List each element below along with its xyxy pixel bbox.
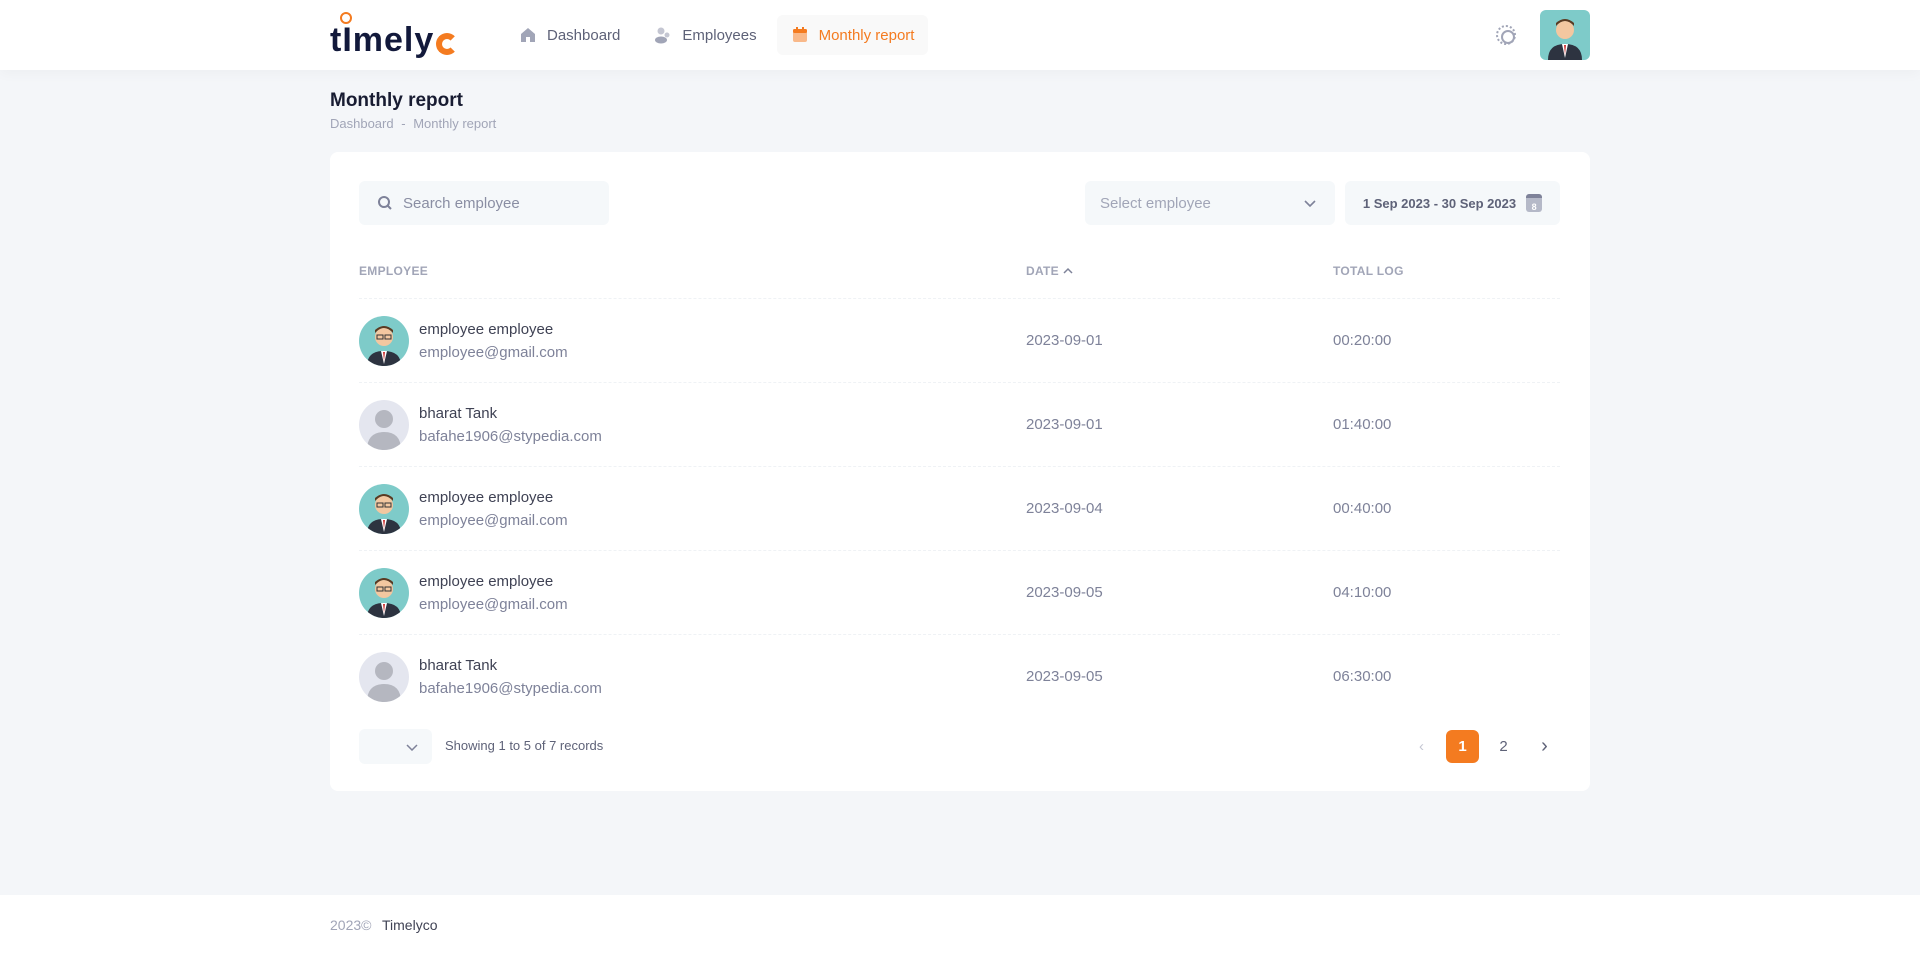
report-table-body: employee employee employee@gmail.com 202… <box>359 298 1560 718</box>
search-icon <box>378 196 392 210</box>
nav-label: Employees <box>682 26 757 44</box>
footer-year: 2023© <box>330 917 372 933</box>
theme-toggle-sun-icon[interactable] <box>1496 25 1516 45</box>
footer-company-link[interactable]: Timelyco <box>382 917 438 933</box>
employee-avatar <box>359 483 409 534</box>
column-header-employee[interactable]: EMPLOYEE <box>359 264 428 278</box>
employee-avatar <box>359 567 409 618</box>
employee-email: employee@gmail.com <box>419 511 568 529</box>
column-header-date[interactable]: DATE <box>1026 264 1073 278</box>
employee-email: bafahe1906@stypedia.com <box>419 679 602 697</box>
employee-email: bafahe1906@stypedia.com <box>419 427 602 445</box>
log-date: 2023-09-01 <box>1026 332 1103 349</box>
employee-select[interactable]: Select employee <box>1085 181 1335 225</box>
users-icon <box>655 27 670 44</box>
date-range-value: 1 Sep 2023 - 30 Sep 2023 <box>1362 195 1517 211</box>
clock-icon <box>340 12 352 24</box>
breadcrumb-dashboard[interactable]: Dashboard <box>330 116 394 131</box>
total-log: 06:30:00 <box>1333 668 1392 685</box>
table-row: employee employee employee@gmail.com 202… <box>359 298 1560 382</box>
date-header-label: DATE <box>1026 264 1059 278</box>
table-row: employee employee employee@gmail.com 202… <box>359 466 1560 550</box>
table-row: bharat Tank bafahe1906@stypedia.com 2023… <box>359 382 1560 466</box>
nav-monthly-report[interactable]: Monthly report <box>776 15 929 55</box>
records-summary: Showing 1 to 5 of 7 records <box>445 738 604 753</box>
breadcrumb-separator: - <box>401 116 406 131</box>
table-row: bharat Tank bafahe1906@stypedia.com 2023… <box>359 634 1560 718</box>
pagination: ‹ 1 2 › <box>1405 730 1561 763</box>
employee-email: employee@gmail.com <box>419 595 568 613</box>
chevron-down-icon <box>406 743 418 751</box>
log-date: 2023-09-04 <box>1026 500 1103 517</box>
total-log: 04:10:00 <box>1333 584 1392 601</box>
employee-avatar <box>359 315 409 366</box>
sort-ascending-icon <box>1063 267 1073 274</box>
table-row: employee employee employee@gmail.com 202… <box>359 550 1560 634</box>
employee-name[interactable]: bharat Tank <box>419 657 602 674</box>
total-log: 00:20:00 <box>1333 332 1392 349</box>
footer: 2023© Timelyco <box>0 895 1920 955</box>
employee-avatar <box>359 651 409 702</box>
page-title: Monthly report <box>330 90 463 111</box>
date-range-picker[interactable]: 1 Sep 2023 - 30 Sep 2023 8 <box>1345 181 1560 225</box>
page-2-button[interactable]: 2 <box>1487 730 1520 763</box>
breadcrumb-current: Monthly report <box>413 116 497 131</box>
log-date: 2023-09-05 <box>1026 584 1103 601</box>
log-date: 2023-09-01 <box>1026 416 1103 433</box>
page-1-button[interactable]: 1 <box>1446 730 1479 763</box>
prev-page-button[interactable]: ‹ <box>1405 730 1438 763</box>
breadcrumb: Dashboard - Monthly report <box>330 116 496 131</box>
report-card: Select employee 1 Sep 2023 - 30 Sep 2023… <box>330 152 1590 791</box>
column-header-total-log[interactable]: TOTAL LOG <box>1333 264 1404 278</box>
employee-name[interactable]: employee employee <box>419 489 568 506</box>
home-icon <box>521 28 535 42</box>
employee-name[interactable]: employee employee <box>419 321 568 338</box>
main-nav: Dashboard Employees Monthly report <box>505 15 929 55</box>
search-box[interactable] <box>359 181 609 225</box>
nav-employees[interactable]: Employees <box>640 15 770 55</box>
log-date: 2023-09-05 <box>1026 668 1103 685</box>
top-header: tImely Dashboard Employees Monthly repor… <box>0 0 1920 70</box>
user-avatar[interactable] <box>1540 10 1590 60</box>
nav-dashboard[interactable]: Dashboard <box>505 15 634 55</box>
page-size-select[interactable] <box>359 729 432 764</box>
timelyco-logo[interactable]: tImely <box>330 12 459 60</box>
nav-label: Monthly report <box>818 26 915 44</box>
employee-name[interactable]: bharat Tank <box>419 405 602 422</box>
search-input[interactable] <box>403 194 583 212</box>
next-page-button[interactable]: › <box>1528 730 1561 763</box>
total-log: 01:40:00 <box>1333 416 1392 433</box>
nav-label: Dashboard <box>547 26 621 44</box>
total-log: 00:40:00 <box>1333 500 1392 517</box>
calendar-icon <box>792 27 807 42</box>
chevron-down-icon <box>1304 200 1316 208</box>
select-placeholder: Select employee <box>1100 194 1211 212</box>
employee-avatar <box>359 399 409 450</box>
employee-name[interactable]: employee employee <box>419 573 568 590</box>
employee-email: employee@gmail.com <box>419 343 568 361</box>
calendar-icon: 8 <box>1526 194 1543 212</box>
